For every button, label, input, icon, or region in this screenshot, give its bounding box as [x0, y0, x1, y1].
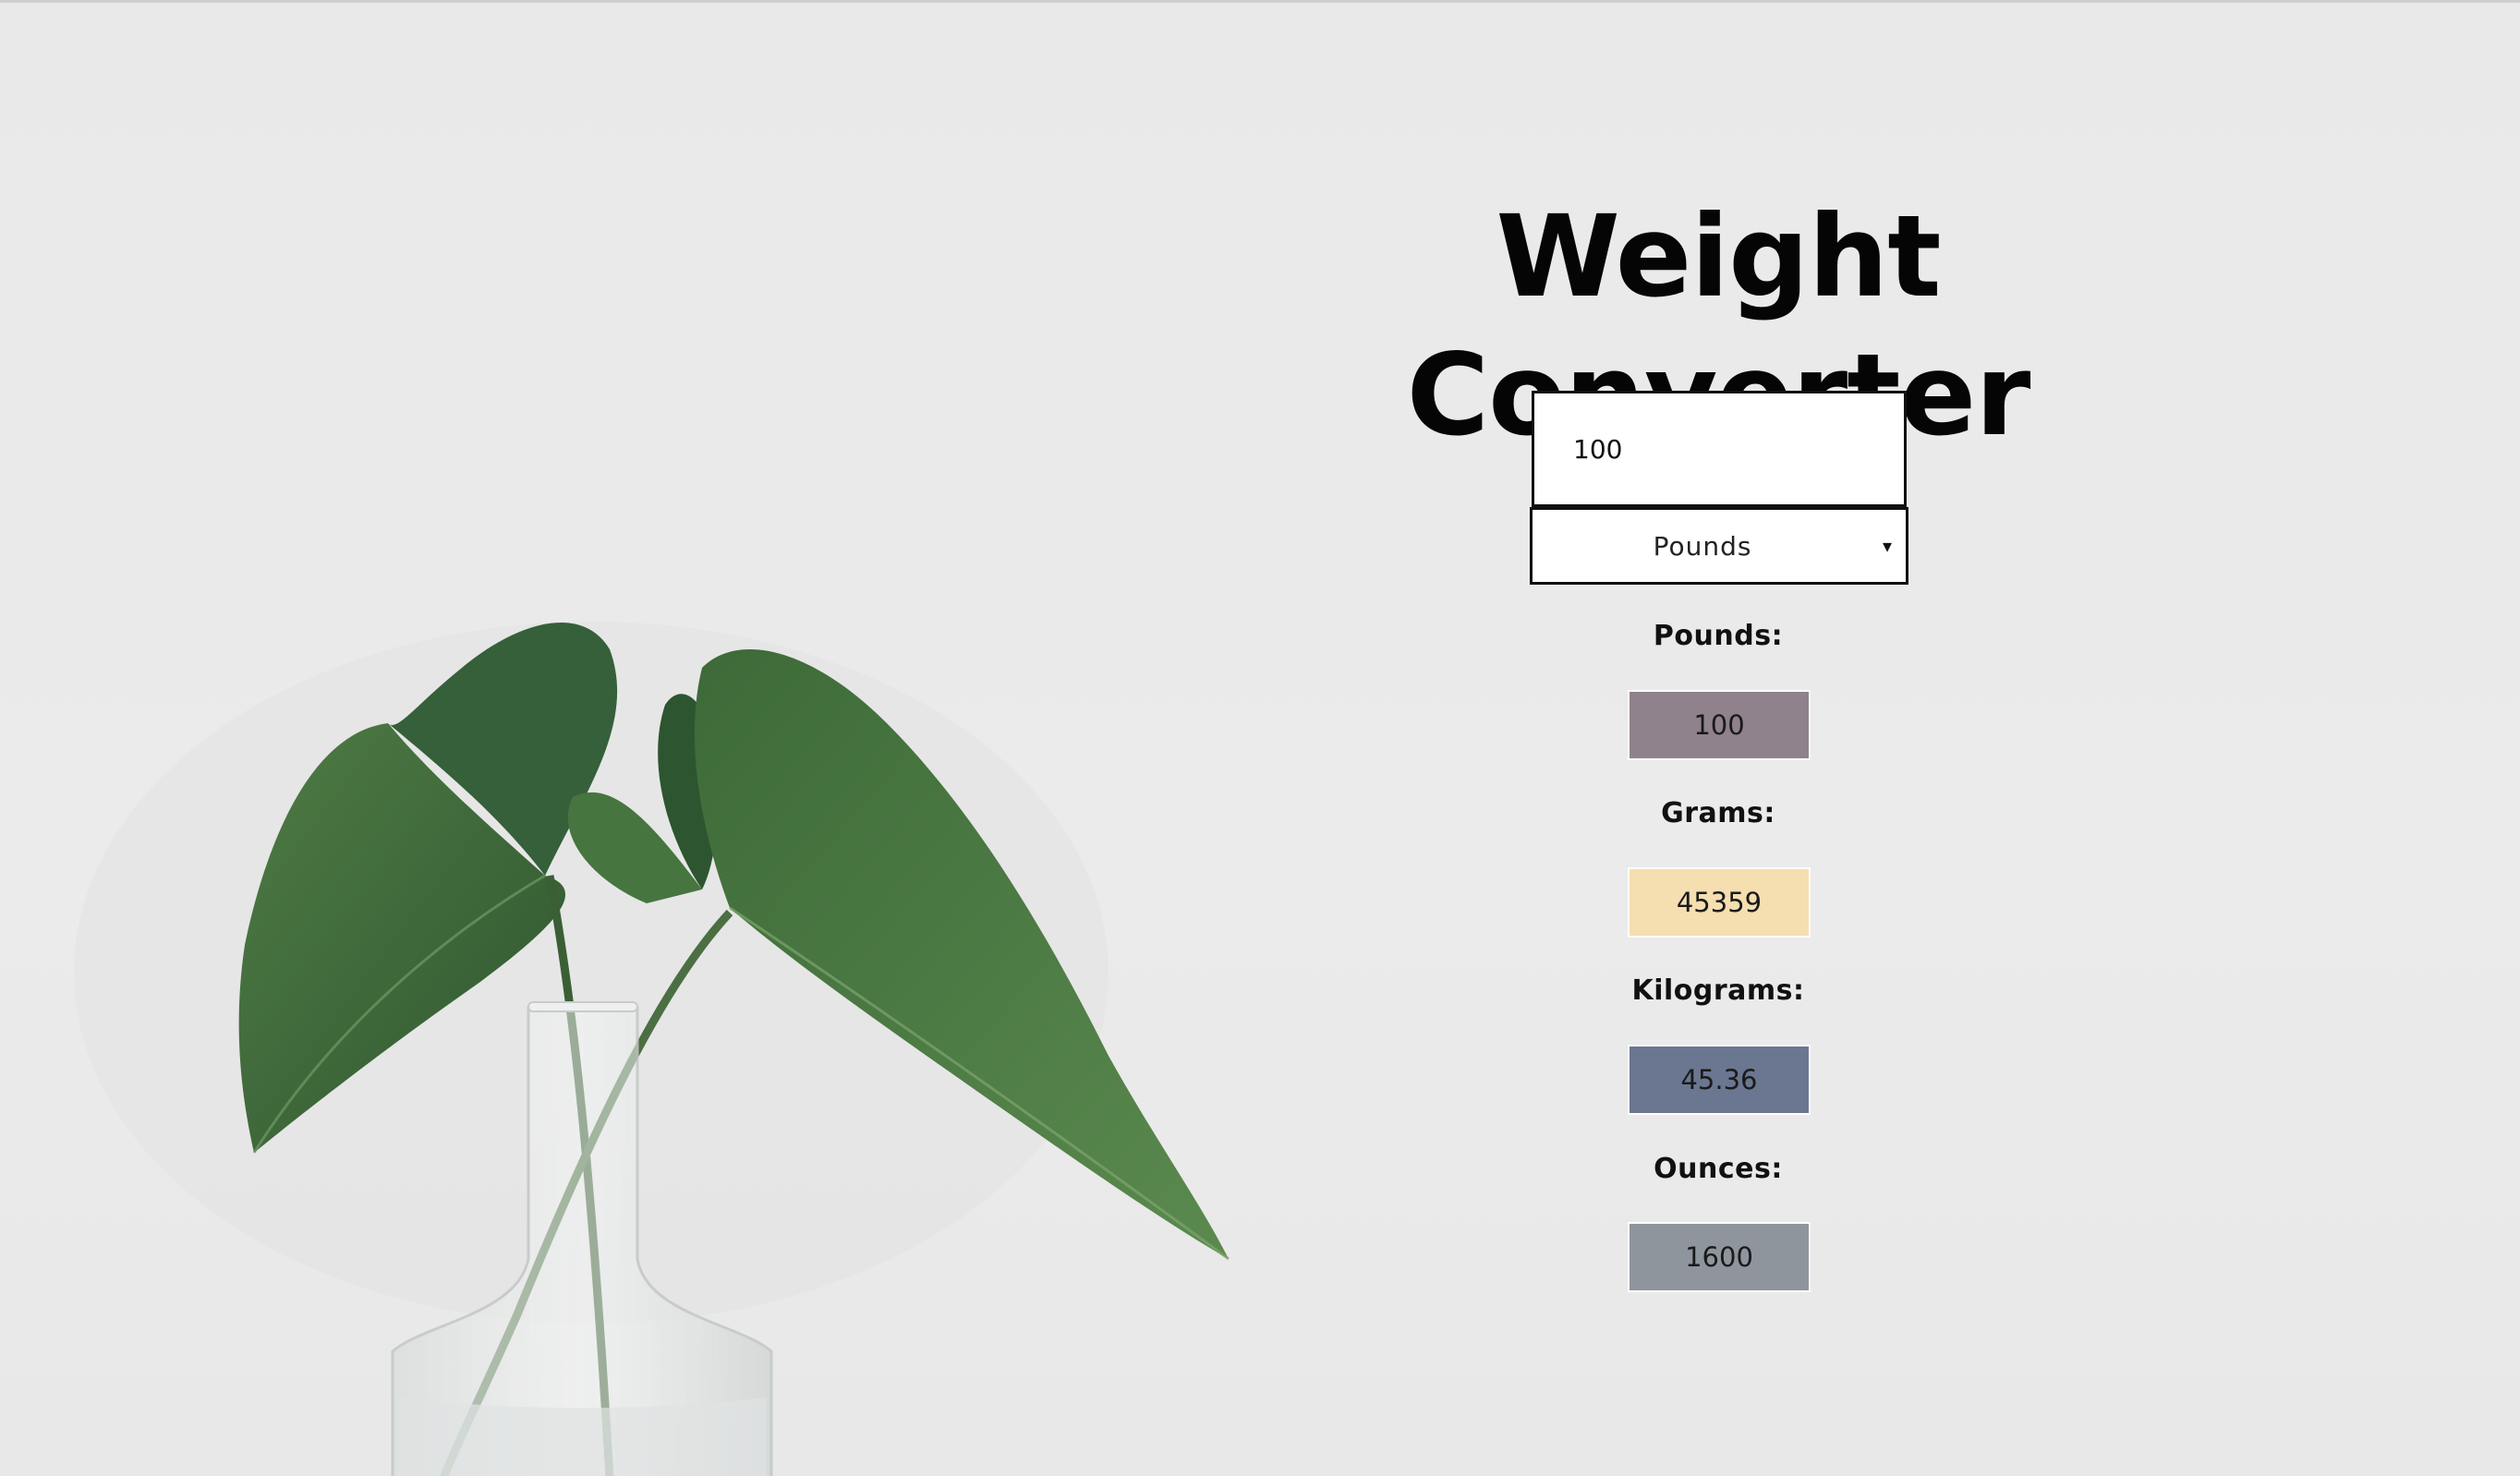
grams-label: Grams: — [1661, 797, 1775, 829]
chevron-down-icon: ▾ — [1882, 535, 1893, 557]
kilograms-label: Kilograms: — [1631, 974, 1805, 1007]
grams-output: 45359 — [1628, 867, 1811, 938]
pounds-output: 100 — [1628, 690, 1811, 760]
ounces-label: Ounces: — [1654, 1153, 1783, 1185]
ounces-output: 1600 — [1628, 1222, 1811, 1292]
unit-select-value: Pounds — [1653, 530, 1752, 562]
kilograms-output: 45.36 — [1628, 1045, 1811, 1115]
unit-select[interactable]: Pounds ▾ — [1530, 507, 1908, 585]
weight-value-input[interactable] — [1532, 391, 1907, 507]
pounds-label: Pounds: — [1653, 620, 1784, 652]
app-page: Weight Converter Pounds ▾ Pounds: 100 Gr… — [0, 0, 2520, 1476]
plant-vase-image — [74, 622, 1230, 1476]
